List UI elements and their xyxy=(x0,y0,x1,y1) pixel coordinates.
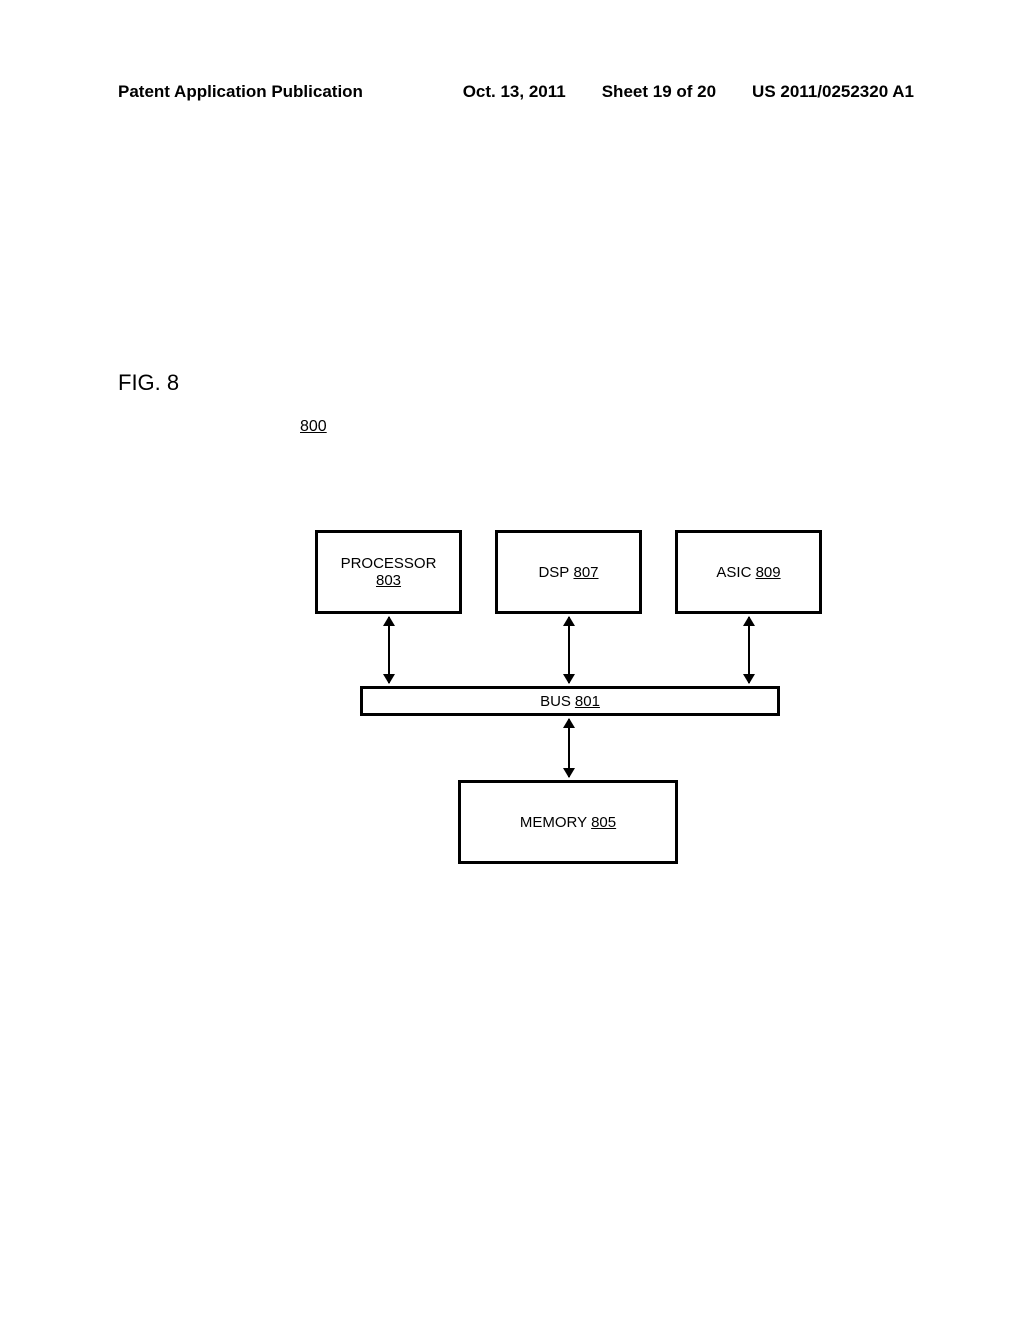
processor-block: PROCESSOR 803 xyxy=(315,530,462,614)
memory-ref: 805 xyxy=(591,814,616,831)
figure-label: FIG. 8 xyxy=(118,370,179,396)
dsp-label-row: DSP 807 xyxy=(538,564,598,581)
processor-label: PROCESSOR xyxy=(341,555,437,572)
arrow-bus-memory xyxy=(568,719,570,777)
asic-label-row: ASIC 809 xyxy=(716,564,780,581)
memory-block: MEMORY 805 xyxy=(458,780,678,864)
figure-reference-number: 800 xyxy=(300,418,327,436)
dsp-label: DSP xyxy=(538,564,569,581)
bus-ref: 801 xyxy=(575,693,600,710)
asic-label: ASIC xyxy=(716,564,751,581)
processor-ref: 803 xyxy=(376,572,401,589)
header-publication: Patent Application Publication xyxy=(118,82,363,102)
memory-label: MEMORY xyxy=(520,814,587,831)
bus-block: BUS 801 xyxy=(360,686,780,716)
header-date: Oct. 13, 2011 xyxy=(463,82,566,102)
asic-ref: 809 xyxy=(756,564,781,581)
dsp-block: DSP 807 xyxy=(495,530,642,614)
page-header: Patent Application Publication Oct. 13, … xyxy=(0,82,1024,102)
header-pubno: US 2011/0252320 A1 xyxy=(752,82,914,102)
bus-label: BUS xyxy=(540,693,571,710)
patent-page: Patent Application Publication Oct. 13, … xyxy=(0,0,1024,1320)
header-sheet: Sheet 19 of 20 xyxy=(602,82,716,102)
arrow-asic-bus xyxy=(748,617,750,683)
header-right: Oct. 13, 2011 Sheet 19 of 20 US 2011/025… xyxy=(463,82,914,102)
asic-block: ASIC 809 xyxy=(675,530,822,614)
arrow-dsp-bus xyxy=(568,617,570,683)
arrow-processor-bus xyxy=(388,617,390,683)
dsp-ref: 807 xyxy=(573,564,598,581)
block-diagram: PROCESSOR 803 DSP 807 ASIC 809 BUS 801 M… xyxy=(300,530,860,870)
